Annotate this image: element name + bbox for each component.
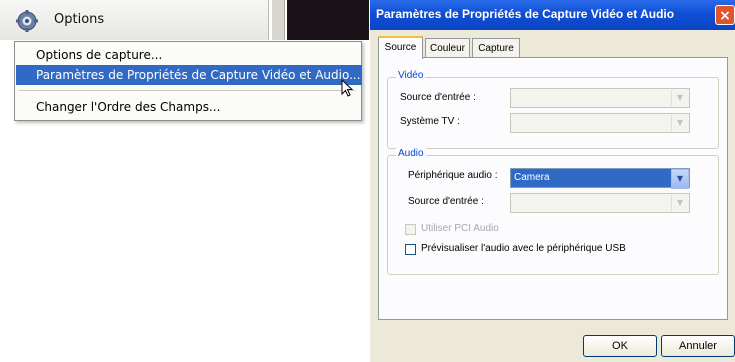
pci-audio-label: Utiliser PCI Audio: [421, 223, 499, 234]
tv-system-select[interactable]: ▼: [510, 113, 690, 133]
menu-separator: [19, 90, 355, 91]
audio-input-source-select[interactable]: ▼: [510, 193, 690, 213]
title-bar[interactable]: Paramètres de Propriétés de Capture Vidé…: [370, 0, 735, 30]
menu-item-capture-properties[interactable]: Paramètres de Propriétés de Capture Vidé…: [16, 65, 362, 85]
video-input-source-select[interactable]: ▼: [510, 88, 690, 108]
preview-usb-checkbox[interactable]: [405, 244, 416, 255]
combo-arrow-icon: ▼: [671, 195, 688, 211]
options-menu-button[interactable]: Options: [0, 0, 269, 40]
pci-audio-checkbox[interactable]: [405, 224, 416, 235]
tab-source[interactable]: Source: [378, 36, 423, 59]
menu-item-capture-options[interactable]: Options de capture...: [16, 45, 362, 65]
scrollbar[interactable]: [272, 0, 285, 40]
audio-device-label: Périphérique audio :: [408, 170, 498, 181]
close-icon[interactable]: ×: [715, 5, 735, 25]
cancel-button[interactable]: Annuler: [661, 335, 735, 357]
combo-arrow-icon[interactable]: ▼: [671, 169, 689, 189]
video-group-legend: Vidéo: [396, 70, 426, 81]
video-input-source-label: Source d'entrée :: [400, 92, 476, 103]
combo-arrow-icon: ▼: [671, 90, 688, 106]
mouse-cursor-icon: [341, 79, 354, 97]
preview-usb-label: Prévisualiser l'audio avec le périphériq…: [421, 243, 626, 254]
menu-item-field-order[interactable]: Changer l'Ordre des Champs...: [16, 97, 362, 117]
combo-arrow-icon: ▼: [671, 115, 688, 131]
tab-capture[interactable]: Capture: [472, 38, 520, 58]
audio-device-value: Camera: [514, 172, 550, 183]
audio-group-legend: Audio: [396, 148, 426, 159]
gear-icon: [16, 10, 38, 32]
context-menu: Options de capture... Paramètres de Prop…: [14, 41, 362, 121]
video-group: Vidéo Source d'entrée : ▼ Système TV : ▼: [387, 70, 719, 149]
audio-input-source-label: Source d'entrée :: [408, 196, 484, 207]
source-tab-panel: Vidéo Source d'entrée : ▼ Système TV : ▼…: [378, 57, 728, 320]
preview-area: [287, 0, 369, 40]
tv-system-label: Système TV :: [400, 116, 460, 127]
audio-device-select[interactable]: Camera ▼: [510, 168, 690, 189]
capture-properties-dialog: Paramètres de Propriétés de Capture Vidé…: [370, 0, 735, 362]
tab-couleur[interactable]: Couleur: [425, 38, 470, 58]
ok-button[interactable]: OK: [583, 335, 657, 357]
dialog-title: Paramètres de Propriétés de Capture Vidé…: [376, 7, 675, 21]
options-label: Options: [54, 12, 105, 27]
audio-group: Audio Périphérique audio : Camera ▼ Sour…: [387, 148, 719, 275]
